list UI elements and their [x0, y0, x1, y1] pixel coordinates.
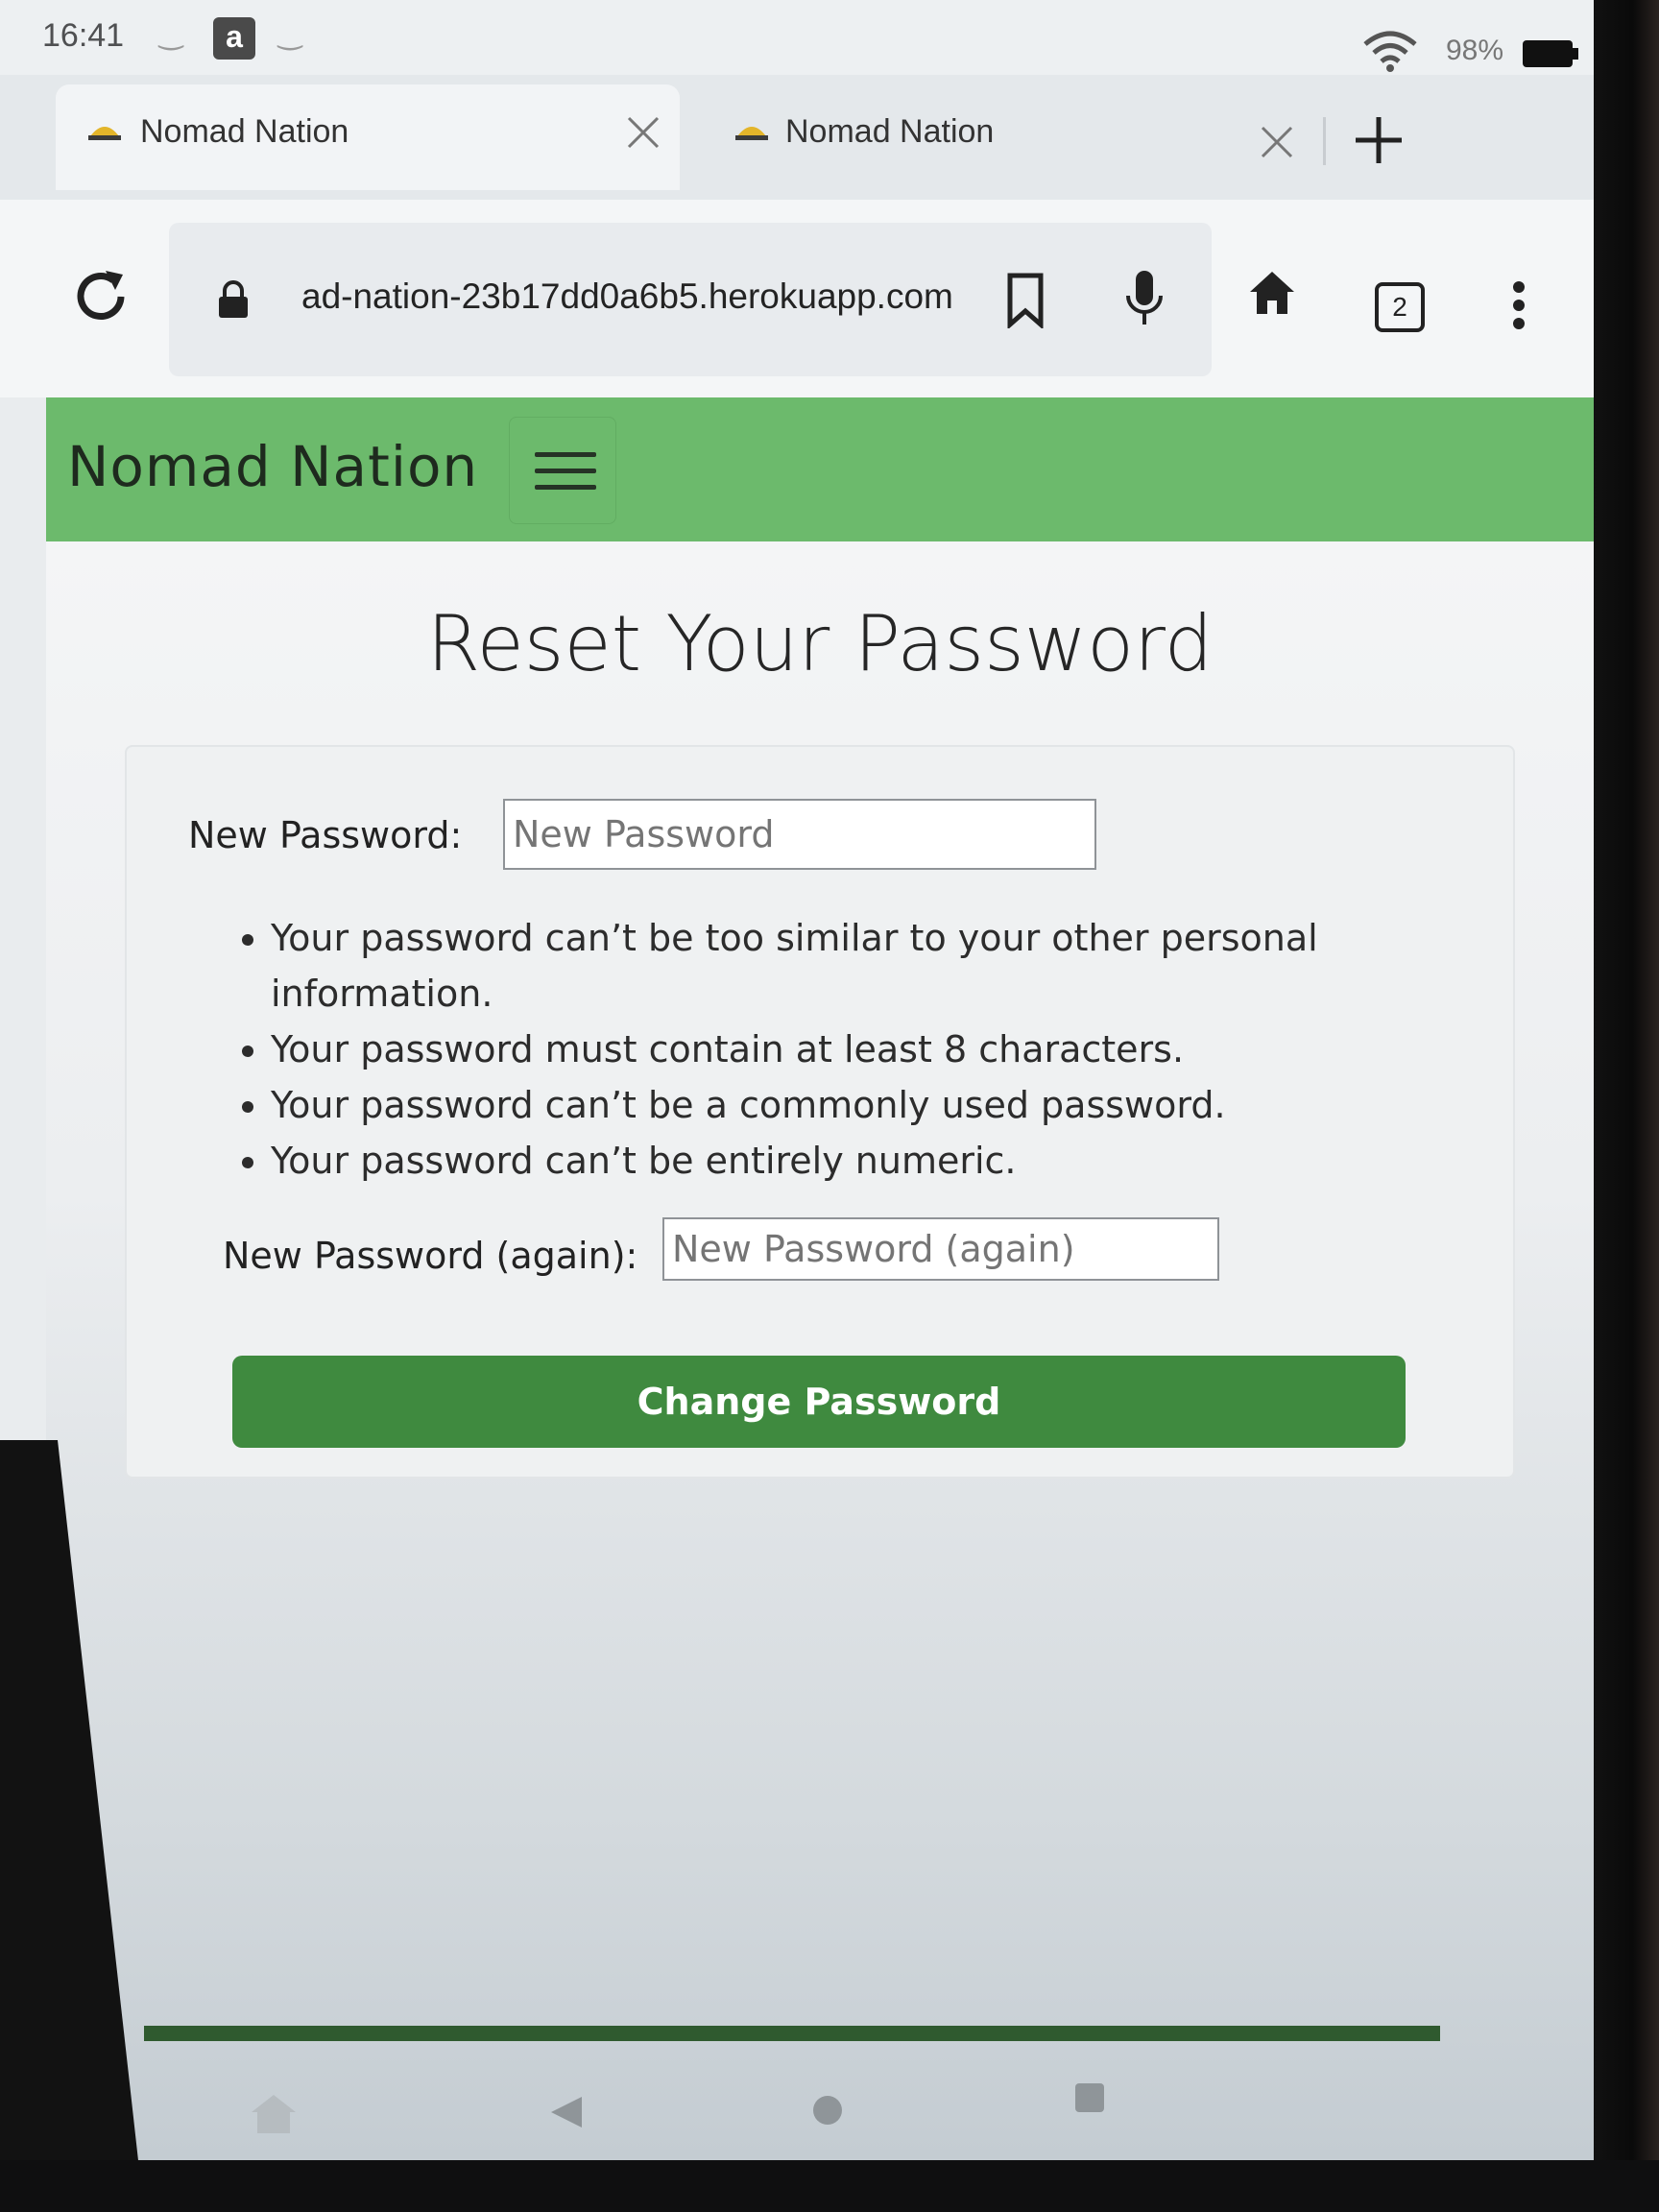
close-tab-icon[interactable] [624, 113, 662, 152]
reset-password-card: New Password: Your password can’t be too… [125, 745, 1515, 1479]
nomad-logo-icon [735, 127, 768, 140]
device-bezel [1594, 0, 1659, 2212]
device-bezel [0, 2160, 1659, 2212]
device-screen: 16:41 ‿ a ‿ 98% Nomad Nation Nomad Natio… [0, 0, 1623, 2212]
hamburger-line [535, 485, 596, 490]
reload-icon[interactable] [71, 267, 131, 326]
tab-divider [1323, 117, 1326, 165]
microphone-icon[interactable] [1123, 269, 1166, 330]
page-content: Reset Your Password New Password: Your p… [46, 541, 1594, 2160]
site-brand[interactable]: Nomad Nation [67, 434, 478, 499]
notification-dash-icon: ‿ [278, 18, 302, 50]
back-icon[interactable] [547, 2093, 586, 2131]
confirm-password-input[interactable] [662, 1217, 1219, 1281]
site-navbar: Nomad Nation [46, 397, 1594, 541]
tab-title: Nomad Nation [785, 113, 995, 150]
list-item: Your password must contain at least 8 ch… [271, 1022, 1480, 1077]
amazon-app-icon: a [213, 17, 255, 60]
hamburger-line [535, 452, 596, 457]
recents-icon[interactable] [1073, 2081, 1106, 2114]
close-tab-icon[interactable] [1258, 123, 1296, 161]
site-footer-bar [144, 2026, 1440, 2041]
password-help-list: Your password can’t be too similar to yo… [227, 910, 1480, 1189]
status-time: 16:41 [42, 17, 125, 54]
browser-tab-active[interactable]: Nomad Nation [56, 84, 680, 190]
wifi-icon [1363, 31, 1417, 72]
status-bar: 16:41 ‿ a ‿ 98% [0, 0, 1623, 75]
new-tab-icon[interactable] [1352, 113, 1406, 167]
new-password-input[interactable] [503, 799, 1096, 870]
change-password-button[interactable]: Change Password [232, 1356, 1406, 1448]
new-password-label: New Password: [188, 814, 463, 856]
home-icon[interactable] [1248, 269, 1296, 317]
list-item: Your password can’t be a commonly used p… [271, 1077, 1480, 1133]
nav-toggle-button[interactable] [509, 417, 616, 524]
kids-home-icon[interactable] [250, 2093, 298, 2135]
nomad-logo-icon [88, 127, 121, 140]
list-item: Your password can’t be entirely numeric. [271, 1133, 1480, 1189]
lock-icon [219, 280, 248, 318]
system-nav-bar [154, 2064, 1440, 2160]
bookmark-icon[interactable] [1006, 273, 1045, 328]
list-item: Your password can’t be too similar to yo… [271, 910, 1480, 1022]
page-title: Reset Your Password [426, 599, 1214, 688]
url-text[interactable]: ad-nation-23b17dd0a6b5.herokuapp.com [301, 276, 953, 317]
browser-toolbar: ad-nation-23b17dd0a6b5.herokuapp.com 2 [0, 200, 1623, 397]
overflow-menu-icon[interactable] [1511, 280, 1527, 330]
notification-dash-icon: ‿ [159, 18, 183, 50]
battery-percent: 98% [1446, 35, 1504, 66]
tab-strip: Nomad Nation Nomad Nation [0, 75, 1623, 200]
tab-switcher-button[interactable]: 2 [1375, 282, 1425, 332]
address-bar[interactable]: ad-nation-23b17dd0a6b5.herokuapp.com [169, 223, 1212, 376]
browser-tab-inactive[interactable]: Nomad Nation [701, 84, 1315, 190]
home-nav-icon[interactable] [810, 2093, 845, 2128]
hamburger-line [535, 469, 596, 473]
confirm-password-label: New Password (again): [223, 1235, 638, 1277]
battery-icon [1523, 40, 1578, 67]
tab-title: Nomad Nation [140, 113, 349, 150]
